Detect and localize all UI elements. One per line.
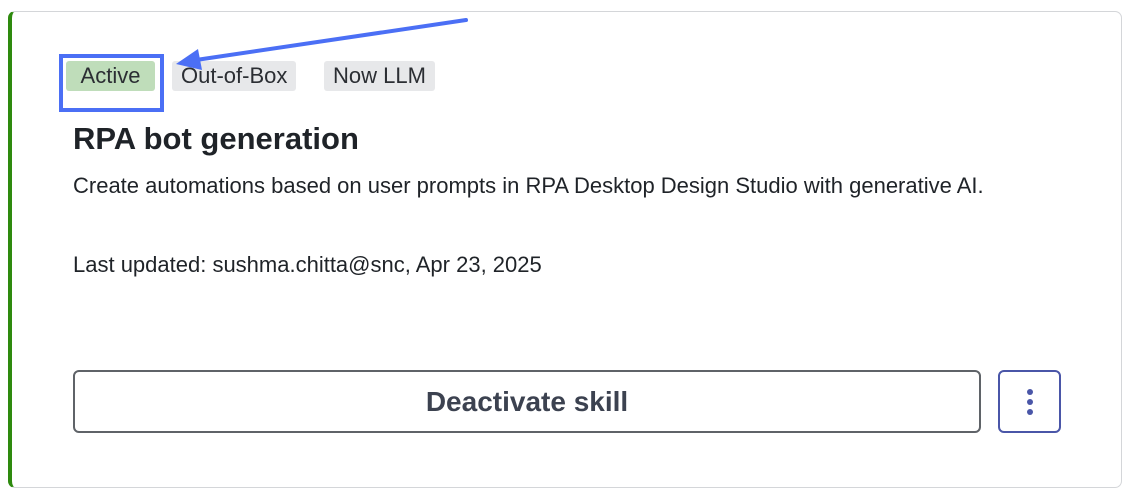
deactivate-skill-button[interactable]: Deactivate skill	[73, 370, 981, 433]
tag-now-llm: Now LLM	[324, 61, 435, 91]
tag-out-of-box: Out-of-Box	[172, 61, 297, 91]
annotation-highlight-box	[59, 54, 164, 112]
last-updated-text: Last updated: sushma.chitta@snc, Apr 23,…	[73, 252, 542, 277]
skill-title: RPA bot generation	[73, 121, 359, 156]
more-options-button[interactable]	[998, 370, 1061, 433]
vertical-ellipsis-icon	[1026, 388, 1033, 415]
skill-description: Create automations based on user prompts…	[73, 173, 984, 198]
